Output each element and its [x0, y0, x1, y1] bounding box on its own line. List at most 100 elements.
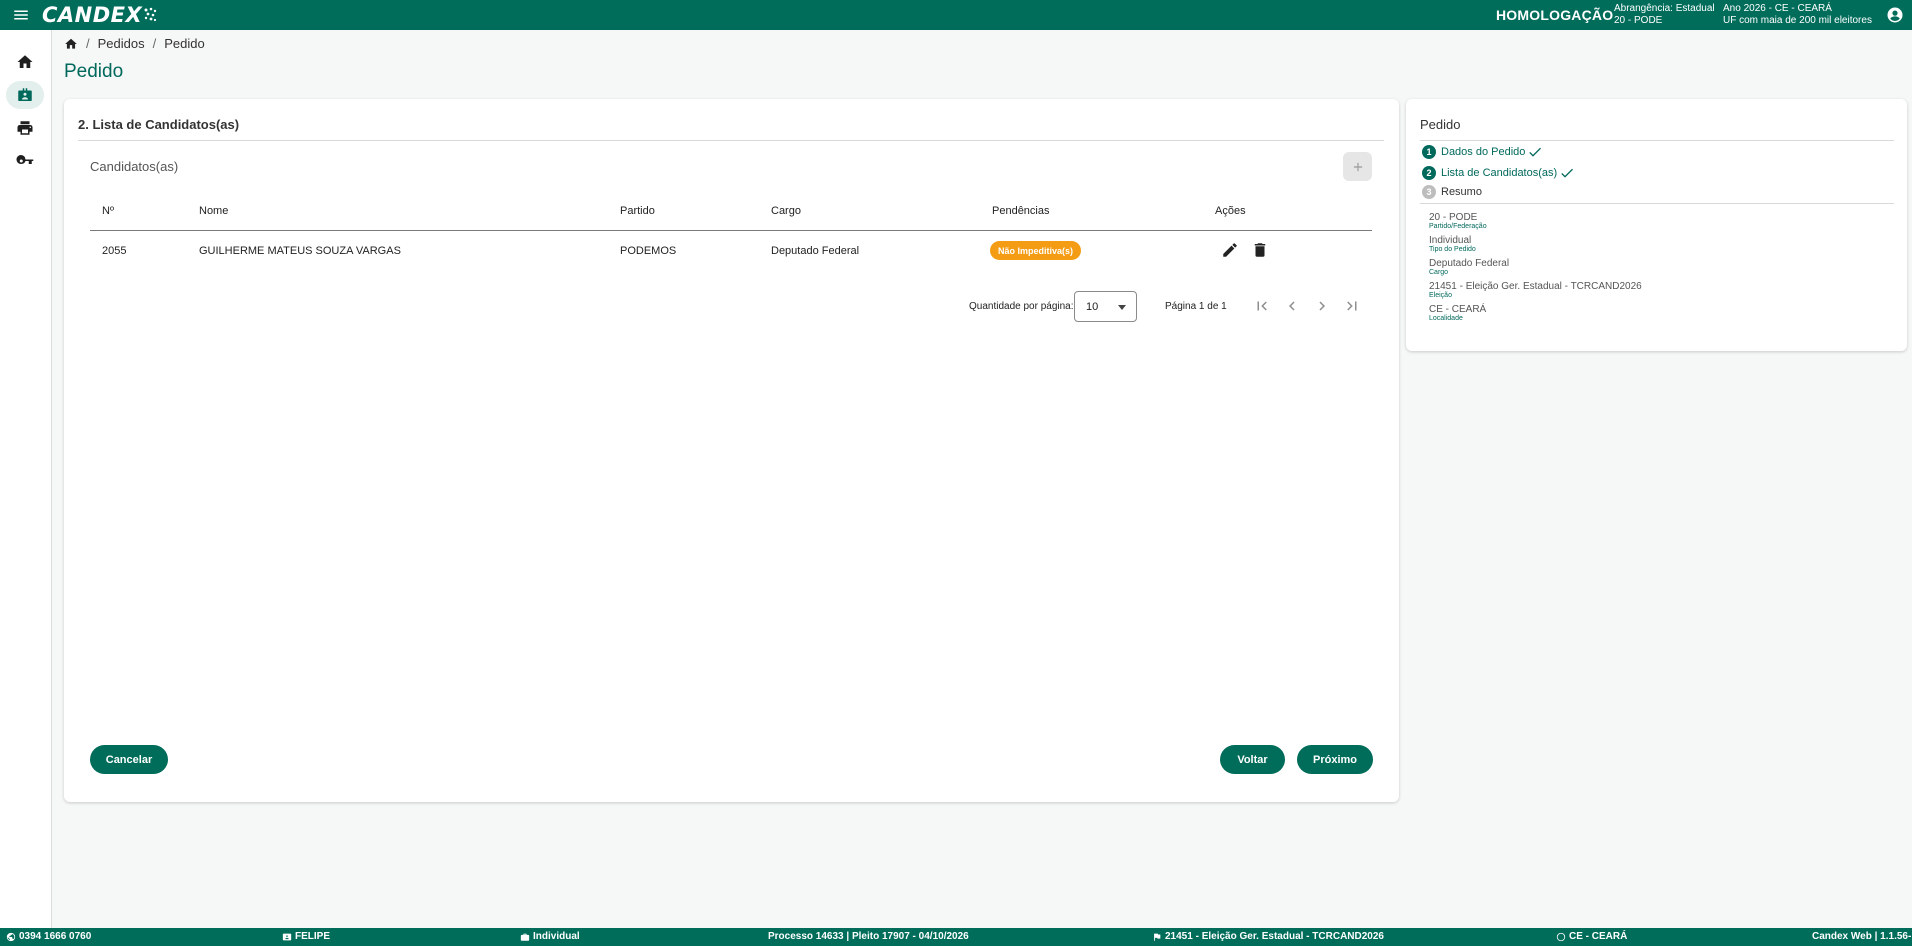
summary-item-eleicao: 21451 - Eleição Ger. Estadual - TCRCAND2… — [1429, 281, 1642, 300]
step-dados-do-pedido[interactable]: 1 Dados do Pedido — [1422, 144, 1543, 160]
summary-divider — [1420, 140, 1894, 141]
breadcrumb: / Pedidos / Pedido — [64, 36, 205, 51]
footer-process-text: Processo 14633 | Pleito 17907 - 04/10/20… — [768, 931, 969, 942]
first-page-icon — [1257, 301, 1267, 311]
page-size-label: Quantidade por página: — [969, 301, 1074, 312]
footer-version: Candex Web | 1.1.56-RC — [1812, 931, 1912, 942]
summary-value: 20 - PODE — [1429, 212, 1478, 223]
breadcrumb-home-icon[interactable] — [64, 37, 78, 51]
check-icon — [1529, 147, 1542, 157]
cell-cargo: Deputado Federal — [771, 245, 860, 257]
footer-location-text: CE - CEARÁ — [1569, 931, 1628, 942]
account-circle-icon — [1887, 7, 1903, 23]
step-label: Resumo — [1441, 186, 1482, 198]
chevron-left-icon — [1289, 301, 1295, 311]
chevron-right-icon — [1319, 301, 1325, 311]
environment-label: HOMOLOGAÇÃO — [1496, 7, 1614, 23]
add-candidate-button[interactable] — [1343, 152, 1372, 181]
key-icon — [16, 155, 34, 165]
column-header-acoes: Ações — [1215, 205, 1246, 217]
cell-nome: GUILHERME MATEUS SOUZA VARGAS — [199, 245, 401, 257]
next-page-button[interactable] — [1313, 297, 1331, 315]
cell-partido: PODEMOS — [620, 245, 677, 257]
column-header-partido: Partido — [620, 205, 655, 217]
breadcrumb-separator: / — [86, 36, 90, 51]
breadcrumb-item-pedidos[interactable]: Pedidos — [98, 36, 145, 51]
last-page-button[interactable] — [1343, 297, 1361, 315]
briefcase-badge-icon — [18, 88, 32, 101]
year-line-1: Ano 2026 - CE - CEARÁ — [1723, 3, 1832, 14]
page-range-label: Página 1 de 1 — [1165, 301, 1227, 312]
briefcase-icon — [520, 933, 530, 941]
order-summary-card: Pedido 1 Dados do Pedido 2 Lista de Cand… — [1406, 99, 1907, 351]
back-button[interactable]: Voltar — [1220, 745, 1285, 774]
year-line-2: UF com maia de 200 mil eleitores — [1723, 15, 1872, 26]
edit-button[interactable] — [1221, 241, 1239, 259]
step-label: Lista de Candidatos(as) — [1441, 167, 1558, 179]
sidebar-item-home[interactable] — [6, 48, 44, 76]
summary-item-localidade: CE - CEARÁ Localidade — [1429, 304, 1486, 323]
home-icon — [17, 55, 33, 68]
side-navigation — [0, 30, 52, 928]
logo-text: CANDEX — [42, 3, 143, 27]
scope-line-1: Abrangência: Estadual — [1614, 3, 1715, 14]
step-label: Dados do Pedido — [1441, 146, 1526, 158]
sidebar-item-access[interactable] — [6, 147, 44, 175]
column-header-cargo: Cargo — [771, 205, 801, 217]
cancel-button[interactable]: Cancelar — [90, 745, 168, 774]
footer-user: FELIPE — [282, 931, 330, 942]
candidate-list-card: 2. Lista de Candidatos(as) Candidatos(as… — [64, 99, 1399, 802]
scope-info: Abrangência: Estadual 20 - PODE — [1614, 3, 1715, 27]
first-page-button[interactable] — [1253, 297, 1271, 315]
breadcrumb-item-pedido: Pedido — [164, 36, 205, 51]
summary-title: Pedido — [1420, 117, 1461, 132]
footer-phone: 0394 1666 0760 — [6, 931, 91, 942]
step-lista-de-candidatos[interactable]: 2 Lista de Candidatos(as) — [1422, 165, 1575, 181]
footer-location: CE - CEARÁ — [1556, 931, 1627, 942]
footer-process: Processo 14633 | Pleito 17907 - 04/10/20… — [768, 931, 969, 942]
step-number: 1 — [1422, 145, 1436, 159]
page-size-value: 10 — [1086, 300, 1099, 313]
pencil-icon — [1223, 243, 1237, 257]
app-logo[interactable]: CANDEX — [42, 3, 157, 27]
footer-user-text: FELIPE — [295, 931, 331, 942]
column-header-numero: Nº — [102, 205, 114, 217]
last-page-icon — [1347, 301, 1357, 311]
id-card-icon — [282, 933, 292, 940]
summary-item-tipo: Individual Tipo do Pedido — [1429, 235, 1476, 254]
plus-icon — [1353, 162, 1362, 171]
page-size-select[interactable]: 10 — [1074, 291, 1137, 322]
user-account-button[interactable] — [1886, 6, 1904, 24]
steps-divider — [1420, 203, 1894, 204]
summary-value: Individual — [1429, 235, 1472, 246]
summary-label: Partido/Federação — [1429, 223, 1487, 230]
section-title: 2. Lista de Candidatos(as) — [78, 117, 240, 132]
step-number: 3 — [1422, 185, 1436, 199]
scope-line-2: 20 - PODE — [1614, 15, 1663, 26]
flag-icon — [1154, 933, 1161, 941]
location-circle-icon — [1556, 932, 1566, 941]
column-header-nome: Nome — [199, 205, 229, 217]
hamburger-menu-icon — [14, 10, 28, 20]
footer-version-text: Candex Web | 1.1.56-RC — [1812, 931, 1912, 942]
step-number: 2 — [1422, 166, 1436, 180]
delete-button[interactable] — [1251, 241, 1269, 259]
summary-item-partido: 20 - PODE Partido/Federação — [1429, 212, 1487, 231]
column-header-pendencias: Pendências — [992, 205, 1050, 217]
sidebar-item-pedidos[interactable] — [6, 81, 44, 109]
summary-label: Cargo — [1429, 269, 1449, 276]
footer-type: Individual — [520, 931, 580, 942]
dropdown-caret-icon — [1118, 305, 1126, 310]
next-button[interactable]: Próximo — [1297, 745, 1373, 774]
sidebar-item-print[interactable] — [6, 114, 44, 142]
breadcrumb-separator: / — [152, 36, 157, 51]
step-resumo[interactable]: 3 Resumo — [1422, 185, 1482, 199]
pendency-badge[interactable]: Não Impeditiva(s) — [990, 241, 1082, 260]
section-divider — [78, 140, 1384, 141]
previous-page-button[interactable] — [1283, 297, 1301, 315]
trash-icon — [1254, 243, 1266, 257]
year-info: Ano 2026 - CE - CEARÁ UF com maia de 200… — [1723, 3, 1872, 27]
menu-button[interactable] — [0, 0, 42, 30]
status-footer: 0394 1666 0760 FELIPE Individual Process… — [0, 928, 1912, 946]
page-title: Pedido — [64, 61, 124, 82]
